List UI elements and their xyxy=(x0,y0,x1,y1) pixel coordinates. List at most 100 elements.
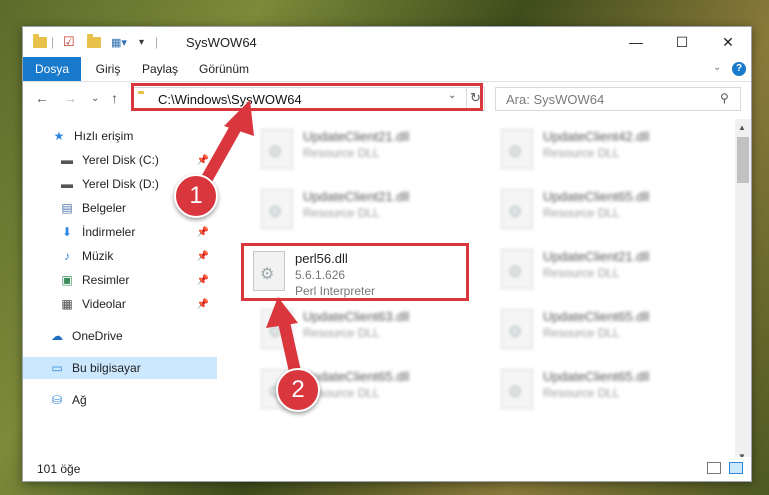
sidebar-item-label: OneDrive xyxy=(72,329,123,343)
help-icon[interactable]: ? xyxy=(732,62,746,76)
network-icon: ⛁ xyxy=(51,393,63,407)
sidebar-item-label: Bu bilgisayar xyxy=(72,361,141,375)
large-icons-view-icon[interactable] xyxy=(729,462,743,474)
close-button[interactable]: ✕ xyxy=(705,27,751,57)
file-name: UpdateClient21.dll xyxy=(303,189,410,204)
pin-icon: 📌 xyxy=(196,274,209,286)
maximize-button[interactable]: ☐ xyxy=(659,27,705,57)
file-name: UpdateClient21.dll xyxy=(303,129,410,144)
new-folder-icon[interactable] xyxy=(87,33,101,50)
file-description: Resource DLL xyxy=(543,266,620,280)
details-view-icon[interactable] xyxy=(707,462,721,474)
file-highlight-box xyxy=(241,243,469,301)
address-highlight-box xyxy=(131,83,483,111)
file-tile[interactable]: UpdateClient63.dll Resource DLL xyxy=(253,303,483,359)
sidebar-item-label: Hızlı erişim xyxy=(74,129,134,143)
step-1-badge: 1 xyxy=(174,174,218,218)
video-icon: ▦ xyxy=(61,297,73,311)
back-arrow-icon[interactable]: ← xyxy=(35,90,49,106)
recent-locations-icon[interactable]: ⌄ xyxy=(91,93,99,104)
sidebar-item-label: Belgeler xyxy=(82,201,127,215)
sidebar-item-label: Videolar xyxy=(82,297,126,311)
sidebar-item-local-disk-c[interactable]: ▬ Yerel Disk (C:) 📌 xyxy=(23,149,217,171)
scroll-up-icon[interactable]: ▲ xyxy=(738,123,746,132)
sidebar-item-label: Ağ xyxy=(72,393,87,407)
separator: | xyxy=(155,35,159,49)
file-tile[interactable]: UpdateClient21.dll Resource DLL xyxy=(253,183,483,239)
customize-toolbar-icon[interactable]: ▾ xyxy=(139,34,144,50)
tab-view[interactable]: Görünüm xyxy=(193,57,255,81)
pin-icon: 📌 xyxy=(196,250,209,262)
vertical-scrollbar[interactable]: ▲ ▼ xyxy=(735,119,751,464)
pin-icon: 📌 xyxy=(196,154,209,166)
separator: | xyxy=(51,35,55,49)
computer-icon: ▭ xyxy=(51,361,63,375)
file-tile[interactable]: UpdateClient42.dll Resource DLL xyxy=(493,123,723,179)
navigation-pane: ★ Hızlı erişim ▬ Yerel Disk (C:) 📌 ▬ Yer… xyxy=(23,119,217,464)
file-name: UpdateClient65.dll xyxy=(303,369,410,384)
search-placeholder: Ara: SysWOW64 xyxy=(506,92,605,107)
file-tile[interactable]: UpdateClient65.dll Resource DLL xyxy=(493,183,723,239)
file-description: Resource DLL xyxy=(543,206,620,220)
status-bar: 101 öğe xyxy=(23,457,751,481)
view-options-icon[interactable]: ▦▾ xyxy=(111,34,127,50)
sidebar-item-network[interactable]: ⛁ Ağ xyxy=(23,389,217,411)
star-icon: ★ xyxy=(53,129,65,143)
sidebar-item-videos[interactable]: ▦ Videolar 📌 xyxy=(23,293,217,315)
file-name: UpdateClient21.dll xyxy=(543,249,650,264)
explorer-window: | ☑ ▦▾ ▾ | SysWOW64 — ☐ ✕ Dosya Giriş Pa… xyxy=(22,26,752,482)
file-tile[interactable]: UpdateClient65.dll Resource DLL xyxy=(493,303,723,359)
title-bar: | ☑ ▦▾ ▾ | SysWOW64 — ☐ ✕ xyxy=(23,27,751,57)
pin-icon: 📌 xyxy=(196,298,209,310)
drive-icon: ▬ xyxy=(61,177,73,191)
item-count: 101 öğe xyxy=(37,462,81,476)
folder-icon xyxy=(33,33,47,50)
documents-icon: ▤ xyxy=(61,201,73,215)
forward-arrow-icon[interactable]: → xyxy=(63,90,77,106)
tab-home[interactable]: Giriş xyxy=(85,57,131,81)
search-input[interactable]: Ara: SysWOW64 ⚲ xyxy=(495,87,741,111)
window-title: SysWOW64 xyxy=(186,35,257,50)
dll-file-icon xyxy=(261,129,293,169)
sidebar-item-label: Müzik xyxy=(82,249,114,263)
file-description: Resource DLL xyxy=(303,326,380,340)
file-name: UpdateClient65.dll xyxy=(543,189,650,204)
sidebar-item-music[interactable]: ♪ Müzik 📌 xyxy=(23,245,217,267)
minimize-button[interactable]: — xyxy=(613,27,659,57)
file-name: UpdateClient65.dll xyxy=(543,369,650,384)
sidebar-item-label: İndirmeler xyxy=(82,225,136,239)
file-tile[interactable]: UpdateClient65.dll Resource DLL xyxy=(493,363,723,419)
dll-file-icon xyxy=(501,309,533,349)
file-description: Resource DLL xyxy=(543,386,620,400)
expand-ribbon-icon[interactable]: ⌄ xyxy=(713,62,721,73)
file-name: UpdateClient42.dll xyxy=(543,129,650,144)
music-icon: ♪ xyxy=(64,249,70,263)
sidebar-item-this-pc[interactable]: ▭ Bu bilgisayar xyxy=(23,357,217,379)
file-name: UpdateClient65.dll xyxy=(543,309,650,324)
dll-file-icon xyxy=(501,129,533,169)
file-tile[interactable]: UpdateClient21.dll Resource DLL xyxy=(493,243,723,299)
search-icon[interactable]: ⚲ xyxy=(720,91,729,105)
sidebar-item-downloads[interactable]: ⬇ İndirmeler 📌 xyxy=(23,221,217,243)
pin-icon: 📌 xyxy=(196,226,209,238)
file-name: UpdateClient63.dll xyxy=(303,309,410,324)
cloud-icon: ☁ xyxy=(51,329,63,343)
properties-icon[interactable]: ☑ xyxy=(63,34,75,50)
dll-file-icon xyxy=(261,309,293,349)
tab-share[interactable]: Paylaş xyxy=(135,57,185,81)
dll-file-icon xyxy=(501,369,533,409)
dll-file-icon xyxy=(501,249,533,289)
sidebar-item-pictures[interactable]: ▣ Resimler 📌 xyxy=(23,269,217,291)
sidebar-item-onedrive[interactable]: ☁ OneDrive xyxy=(23,325,217,347)
scroll-thumb[interactable] xyxy=(737,137,749,183)
tab-file[interactable]: Dosya xyxy=(23,57,81,81)
sidebar-item-label: Yerel Disk (D:) xyxy=(82,177,159,191)
up-arrow-icon[interactable]: ↑ xyxy=(111,90,118,106)
file-tile[interactable]: UpdateClient21.dll Resource DLL xyxy=(253,123,483,179)
download-icon: ⬇ xyxy=(61,225,73,239)
file-description: Resource DLL xyxy=(303,146,380,160)
file-description: Resource DLL xyxy=(543,326,620,340)
sidebar-item-quick-access[interactable]: ★ Hızlı erişim xyxy=(23,125,217,147)
drive-icon: ▬ xyxy=(61,153,73,167)
file-description: Resource DLL xyxy=(303,206,380,220)
